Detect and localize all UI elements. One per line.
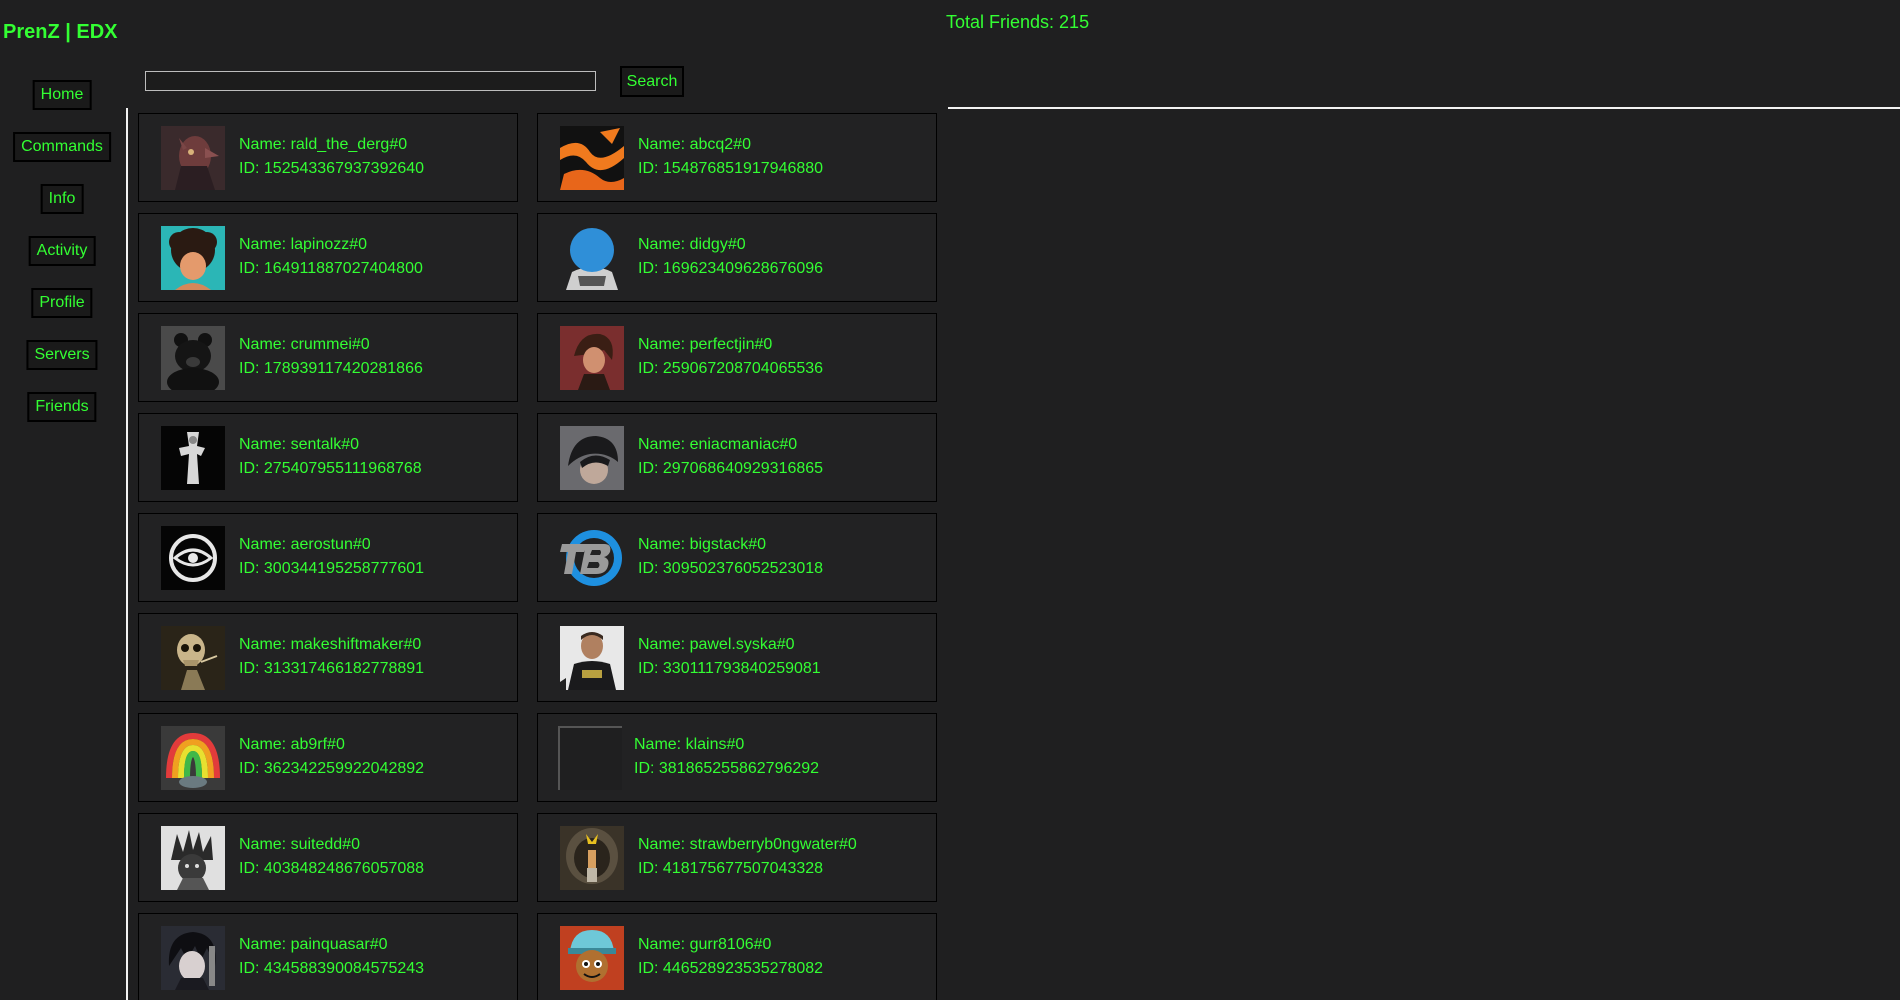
friend-card[interactable]: Name: suitedd#0 ID: 403848248676057088: [138, 813, 518, 902]
friend-id: ID: 362342259922042892: [239, 760, 425, 777]
friend-name: Name: eniacmaniac#0: [638, 436, 798, 453]
nav-commands-button[interactable]: Commands: [13, 132, 111, 162]
friend-id: ID: 403848248676057088: [239, 860, 425, 877]
friend-id: ID: 381865255862796292: [634, 760, 820, 777]
friend-card[interactable]: Name: ab9rf#0 ID: 362342259922042892: [138, 713, 518, 802]
friend-name: Name: painquasar#0: [239, 936, 388, 953]
skeleton-avatar: [161, 626, 225, 690]
friend-id: ID: 259067208704065536: [638, 360, 824, 377]
friend-name: Name: suitedd#0: [239, 836, 360, 853]
b-logo-avatar: [560, 526, 624, 590]
friend-name: Name: lapinozz#0: [239, 236, 368, 253]
friend-card[interactable]: Name: lapinozz#0 ID: 164911887027404800: [138, 213, 518, 302]
friend-card[interactable]: Name: pawel.syska#0 ID: 3301117938402590…: [537, 613, 937, 702]
nav-profile-button[interactable]: Profile: [31, 288, 93, 318]
friend-id: ID: 330111793840259081: [638, 660, 821, 677]
friend-name: Name: abcq2#0: [638, 136, 751, 153]
friend-name: Name: rald_the_derg#0: [239, 136, 408, 153]
friend-name: Name: didgy#0: [638, 236, 746, 253]
friend-id: ID: 434588390084575243: [239, 960, 425, 977]
anime-boy-avatar: [161, 926, 225, 990]
tunnel-figure-avatar: [560, 826, 624, 890]
friend-id: ID: 313317466182778891: [239, 660, 425, 677]
friend-id: ID: 275407955111968768: [239, 460, 422, 477]
header-divider: [948, 107, 1900, 109]
orange-crane-avatar: [560, 126, 624, 190]
friend-card[interactable]: Name: klains#0 ID: 381865255862796292: [537, 713, 937, 802]
black-bear-avatar: [161, 326, 225, 390]
friend-card[interactable]: Name: perfectjin#0 ID: 25906720870406553…: [537, 313, 937, 402]
nav-servers-button[interactable]: Servers: [26, 340, 98, 370]
friend-name: Name: aerostun#0: [239, 536, 371, 553]
nav-friends-button[interactable]: Friends: [27, 392, 97, 422]
friend-card[interactable]: Name: strawberryb0ngwater#0 ID: 41817567…: [537, 813, 937, 902]
friend-id: ID: 300344195258777601: [239, 560, 425, 577]
sidebar-divider: [126, 108, 128, 1000]
friend-name: Name: perfectjin#0: [638, 336, 773, 353]
friend-card[interactable]: Name: abcq2#0 ID: 154876851917946880: [537, 113, 937, 202]
friend-card[interactable]: Name: rald_the_derg#0 ID: 15254336793739…: [138, 113, 518, 202]
app-title: PrenZ | EDX: [3, 21, 118, 43]
friend-card[interactable]: Name: didgy#0 ID: 169623409628676096: [537, 213, 937, 302]
dark-figure-avatar: [161, 426, 225, 490]
nav-info-button[interactable]: Info: [40, 184, 84, 214]
rainbow-spiral-avatar: [161, 726, 225, 790]
friend-name: Name: makeshiftmaker#0: [239, 636, 422, 653]
friends-grid: Name: rald_the_derg#0 ID: 15254336793739…: [138, 113, 938, 1000]
friend-card[interactable]: Name: gurr8106#0 ID: 446528923535278082: [537, 913, 937, 1000]
nav-activity-button[interactable]: Activity: [28, 236, 96, 266]
friend-id: ID: 178939117420281866: [239, 360, 423, 377]
total-friends-count: Total Friends: 215: [946, 12, 1090, 32]
friend-name: Name: crummei#0: [239, 336, 370, 353]
friend-card[interactable]: Name: aerostun#0 ID: 300344195258777601: [138, 513, 518, 602]
dragon-portrait-avatar: [161, 126, 225, 190]
search-input[interactable]: [145, 71, 596, 91]
friend-card[interactable]: Name: bigstack#0 ID: 309502376052523018: [537, 513, 937, 602]
eye-logo-avatar: [161, 526, 225, 590]
friend-id: ID: 164911887027404800: [239, 260, 423, 277]
person-photo-avatar: [560, 626, 624, 690]
afro-cartoon-avatar: [161, 226, 225, 290]
spiky-sketch-avatar: [161, 826, 225, 890]
friend-name: Name: sentalk#0: [239, 436, 360, 453]
friend-id: ID: 154876851917946880: [638, 160, 824, 177]
friend-card[interactable]: Name: crummei#0 ID: 178939117420281866: [138, 313, 518, 402]
friend-id: ID: 297068640929316865: [638, 460, 824, 477]
search-button[interactable]: Search: [620, 66, 684, 97]
friend-id: ID: 446528923535278082: [638, 960, 824, 977]
red-anime-avatar: [560, 326, 624, 390]
friend-id: ID: 418175677507043328: [638, 860, 824, 877]
friend-name: Name: bigstack#0: [638, 536, 767, 553]
friend-card[interactable]: Name: painquasar#0 ID: 43458839008457524…: [138, 913, 518, 1000]
nav-home-button[interactable]: Home: [32, 80, 92, 110]
friend-name: Name: pawel.syska#0: [638, 636, 795, 653]
friend-name: Name: klains#0: [634, 736, 745, 753]
friend-id: ID: 309502376052523018: [638, 560, 824, 577]
friend-id: ID: 169623409628676096: [638, 260, 824, 277]
dark-hair-avatar: [560, 426, 624, 490]
cartoon-cap-avatar: [560, 926, 624, 990]
friend-name: Name: strawberryb0ngwater#0: [638, 836, 857, 853]
friend-name: Name: ab9rf#0: [239, 736, 345, 753]
blue-circle-avatar: [560, 226, 624, 290]
friend-id: ID: 152543367937392640: [239, 160, 425, 177]
friend-name: Name: gurr8106#0: [638, 936, 772, 953]
empty-avatar: [558, 726, 622, 790]
friend-card[interactable]: Name: eniacmaniac#0 ID: 2970686409293168…: [537, 413, 937, 502]
friend-card[interactable]: Name: makeshiftmaker#0 ID: 3133174661827…: [138, 613, 518, 702]
friend-card[interactable]: Name: sentalk#0 ID: 275407955111968768: [138, 413, 518, 502]
